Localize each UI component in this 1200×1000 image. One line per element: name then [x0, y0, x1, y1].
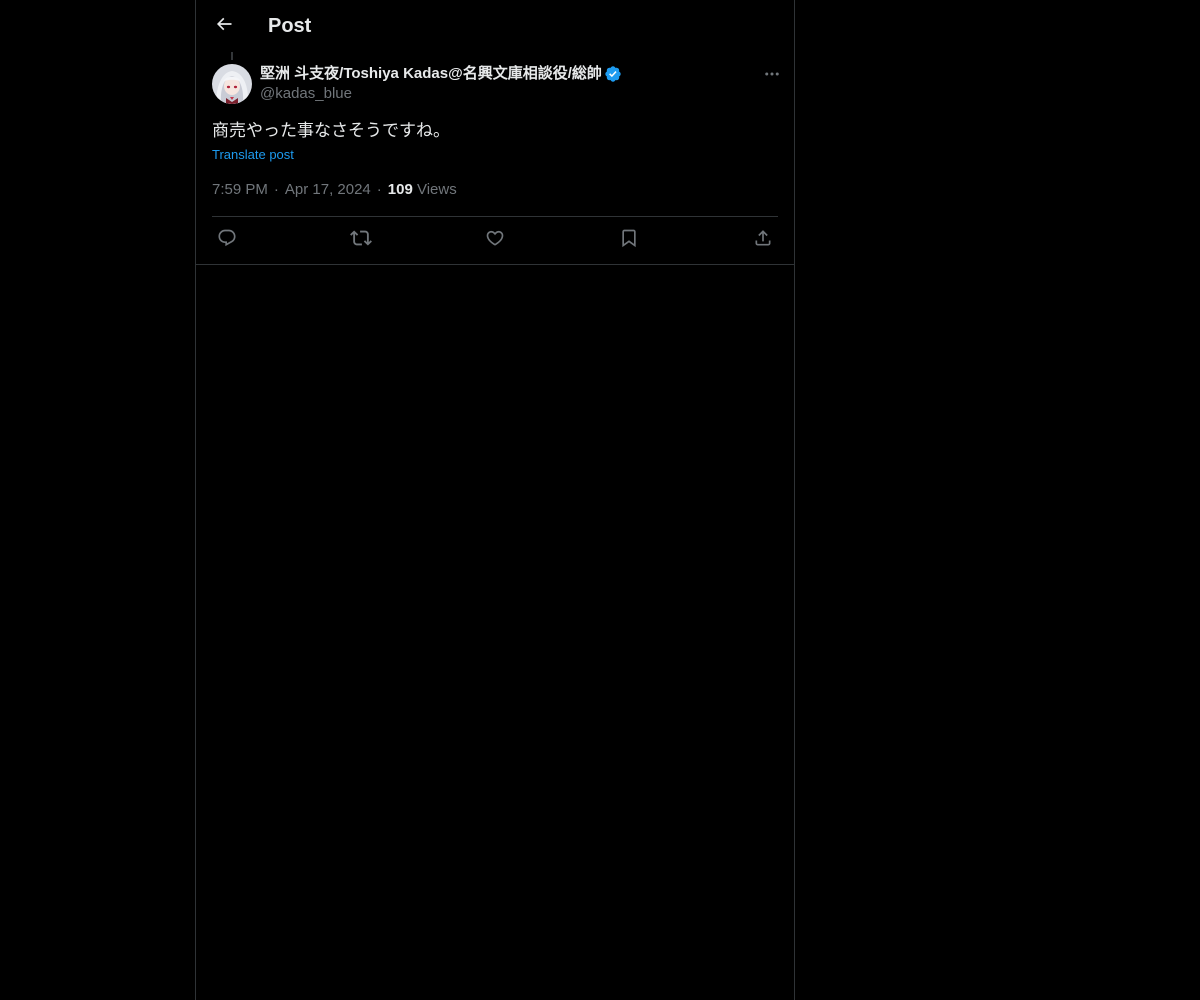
meta-separator: · — [376, 181, 382, 198]
post-time[interactable]: 7:59 PM — [212, 181, 268, 198]
verified-badge-icon — [604, 65, 622, 83]
thread-connector-line — [231, 52, 233, 60]
more-horizontal-icon — [763, 65, 781, 88]
meta-separator: · — [273, 181, 279, 198]
repost-icon — [350, 227, 372, 254]
reply-icon — [217, 228, 237, 253]
heart-icon — [485, 228, 505, 253]
back-button[interactable] — [208, 10, 240, 42]
display-name-row: 堅洲 斗支夜/Toshiya Kadas@名興文庫相談役/総帥 — [260, 64, 622, 84]
author-handle[interactable]: @kadas_blue — [260, 84, 622, 104]
page-title: Post — [268, 15, 312, 37]
author-info: 堅洲 斗支夜/Toshiya Kadas@名興文庫相談役/総帥 @kadas_b… — [260, 64, 622, 104]
arrow-left-icon — [214, 14, 234, 39]
repost-button[interactable] — [346, 226, 376, 256]
avatar[interactable] — [212, 64, 252, 104]
bookmark-button[interactable] — [614, 226, 644, 256]
share-button[interactable] — [748, 226, 778, 256]
share-icon — [753, 228, 773, 253]
like-button[interactable] — [480, 226, 510, 256]
views-count: 109 — [387, 181, 413, 198]
translate-post-link[interactable]: Translate post — [212, 146, 294, 164]
more-options-button[interactable] — [760, 64, 784, 88]
post-date[interactable]: Apr 17, 2024 — [285, 181, 371, 198]
post-meta: 7:59 PM · Apr 17, 2024 · 109 Views — [212, 180, 457, 200]
page-header: Post — [196, 0, 794, 53]
post-actions-bar — [212, 217, 778, 264]
divider — [196, 264, 794, 265]
bookmark-icon — [619, 228, 639, 253]
post-text: 商売やった事なさそうですね。 — [212, 121, 450, 141]
views-label: Views — [416, 181, 457, 198]
author-display-name[interactable]: 堅洲 斗支夜/Toshiya Kadas@名興文庫相談役/総帥 — [260, 64, 602, 84]
main-column: Post 堅洲 斗支夜/Toshiya Kadas@名興文庫相談役/総帥 @ka… — [195, 0, 795, 1000]
reply-button[interactable] — [212, 226, 242, 256]
